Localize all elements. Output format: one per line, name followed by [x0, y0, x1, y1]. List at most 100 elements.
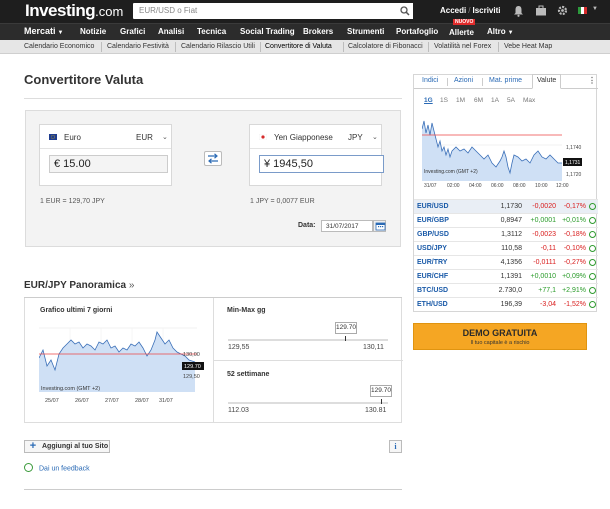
clock-icon: [589, 287, 596, 294]
italy-flag-icon[interactable]: [578, 7, 587, 16]
nav-item-tecnica[interactable]: Tecnica: [197, 27, 226, 36]
quote-pct: -0,17%: [563, 203, 586, 210]
signup-link[interactable]: Iscriviti: [472, 6, 500, 15]
quote-row[interactable]: EUR/GBP 0,8947 +0,0001 +0,01%: [414, 213, 598, 227]
login-link[interactable]: Accedi: [440, 6, 466, 15]
to-currency-select[interactable]: Yen Giapponese JPY ⌄: [250, 125, 381, 149]
quote-pair: ETH/USD: [417, 301, 448, 308]
swap-icon: [208, 153, 218, 164]
nav-item-notizie[interactable]: Notizie: [80, 27, 106, 36]
quote-change: +0,0001: [530, 217, 557, 224]
chart-x-label: 28/07: [135, 398, 149, 404]
from-currency-code: EUR: [136, 133, 153, 142]
quote-price: 2.730,0: [498, 287, 522, 294]
minmax-high: 130,11: [363, 344, 384, 351]
nav-label: Altro: [487, 27, 506, 36]
quote-row[interactable]: GBP/USD 1,3112 -0,0023 -0,18%: [414, 227, 598, 241]
subnav-item-heat-map[interactable]: Vebe Heat Map: [504, 43, 552, 50]
subnav-item-convertitore[interactable]: Convertitore di Valuta: [265, 43, 332, 50]
chevron-down-icon[interactable]: ▼: [592, 6, 598, 12]
period-1a[interactable]: 1A: [491, 97, 499, 104]
panoramica-title[interactable]: EUR/JPY Panoramica »: [24, 280, 134, 291]
nav-item-brokers[interactable]: Brokers: [303, 27, 333, 36]
japan-flag-icon: [259, 134, 267, 140]
chart-y-label: 1,1720: [566, 172, 582, 178]
nav-item-social-trading[interactable]: Social Trading: [240, 27, 295, 36]
from-currency-card: Euro EUR ⌄ € 15.00: [39, 124, 172, 186]
quote-row[interactable]: EUR/TRY 4,1356 -0,0111 -0,27%: [414, 255, 598, 269]
subnav-item-calendario-economico[interactable]: Calendario Economico: [24, 43, 94, 50]
nav-item-mercati[interactable]: Mercati ▼: [24, 26, 63, 36]
subnav-item-volatilita[interactable]: Volatilità nel Forex: [434, 43, 491, 50]
chart-x-label: 08:00: [513, 183, 526, 189]
calendar-button[interactable]: [373, 220, 386, 232]
to-amount-input[interactable]: ¥ 1945,50: [259, 155, 384, 173]
nav-item-strumenti[interactable]: Strumenti: [347, 27, 384, 36]
quote-change: -0,0111: [533, 259, 556, 266]
nav-item-analisi[interactable]: Analisi: [158, 27, 184, 36]
quote-pct: -1,52%: [563, 301, 586, 308]
logo[interactable]: Investing.com: [25, 1, 123, 21]
search-icon[interactable]: [397, 3, 413, 19]
chart-x-label: 12:00: [556, 183, 569, 189]
week52-low: 112.03: [228, 407, 249, 414]
period-5a[interactable]: 5A: [507, 97, 515, 104]
tab-mat-prime[interactable]: Mat. prime: [489, 77, 522, 84]
quote-pct: +0,01%: [562, 217, 586, 224]
search-input[interactable]: EUR/USD o Fiat: [133, 3, 413, 19]
from-currency-select[interactable]: Euro EUR ⌄: [40, 125, 171, 149]
briefcase-icon[interactable]: [535, 5, 547, 18]
title-divider: [24, 98, 402, 99]
tab-separator: [447, 78, 448, 86]
feedback-link[interactable]: Dai un feedback: [24, 463, 90, 473]
subnav-item-calendario-festivita[interactable]: Calendario Festività: [107, 43, 169, 50]
bell-icon[interactable]: [513, 5, 524, 19]
add-to-site-button[interactable]: + Aggiungi al tuo Sito: [24, 440, 110, 453]
chart-label: Grafico ultimi 7 giorni: [40, 307, 113, 314]
period-1m[interactable]: 1M: [456, 97, 465, 104]
demo-subtitle: Il tuo capitale è a rischio: [470, 340, 530, 346]
eurjpy-7day-chart[interactable]: 130,00 129.70 129,50 Investing.com (GMT …: [39, 320, 213, 410]
quote-row[interactable]: USD/JPY 110,58 -0,11 -0,10%: [414, 241, 598, 255]
info-button[interactable]: i: [389, 440, 402, 453]
subnav-divider: [428, 42, 429, 52]
period-1g[interactable]: 1G: [424, 97, 433, 104]
date-label: Data:: [298, 222, 316, 229]
demo-title: DEMO GRATUITA: [462, 328, 538, 338]
swap-currencies-button[interactable]: [204, 151, 222, 166]
period-6m[interactable]: 6M: [474, 97, 483, 104]
tab-valute[interactable]: Valute: [532, 74, 562, 89]
page-title: Convertitore Valuta: [24, 72, 144, 87]
bottom-divider: [24, 489, 402, 490]
subnav-item-calendario-utili[interactable]: Calendario Rilascio Utili: [181, 43, 255, 50]
nav-item-portafoglio[interactable]: Portafoglio: [396, 27, 438, 36]
date-input[interactable]: 31/07/2017: [321, 220, 373, 232]
subnav-item-fibonacci[interactable]: Calcolatore di Fibonacci: [348, 43, 423, 50]
chart-y-label: 130,00: [183, 352, 200, 358]
to-currency-name: Yen Giapponese: [274, 133, 333, 142]
clock-icon: [589, 217, 596, 224]
quote-change: -0,0023: [532, 231, 556, 238]
chevron-down-icon: ⌄: [372, 134, 378, 141]
quote-row[interactable]: BTC/USD 2.730,0 +77,1 +2,91%: [414, 283, 598, 297]
from-amount-input[interactable]: € 15.00: [49, 155, 168, 173]
settings-icon[interactable]: [557, 5, 568, 18]
quote-row[interactable]: ETH/USD 196,39 -3,04 -1,52%: [414, 297, 598, 311]
tab-azioni[interactable]: Azioni: [454, 77, 473, 84]
chart-y-label: 129,50: [183, 374, 200, 380]
free-demo-button[interactable]: DEMO GRATUITA Il tuo capitale è a rischi…: [413, 323, 587, 350]
nav-item-altro[interactable]: Altro ▼: [487, 27, 514, 36]
quote-row[interactable]: EUR/CHF 1,1391 +0,0010 +0,09%: [414, 269, 598, 283]
quote-price: 1,1391: [500, 273, 522, 280]
nav-item-grafici[interactable]: Grafici: [120, 27, 145, 36]
nav-item-allerte[interactable]: Allerte: [449, 28, 474, 37]
quote-row[interactable]: EUR/USD 1,1730 -0,0020 -0,17%: [414, 199, 598, 213]
week52-range-bar: [228, 402, 388, 404]
subnav-divider: [175, 42, 176, 52]
more-icon[interactable]: ⋮: [588, 76, 596, 85]
eurusd-intraday-chart[interactable]: 1,1740 1,1731 1,1720 Investing.com (GMT …: [422, 111, 598, 191]
period-max[interactable]: Max: [523, 97, 535, 104]
tab-indici[interactable]: Indici: [422, 77, 438, 84]
period-1s[interactable]: 1S: [440, 97, 448, 104]
to-rate: 1 JPY = 0,0077 EUR: [250, 198, 315, 205]
